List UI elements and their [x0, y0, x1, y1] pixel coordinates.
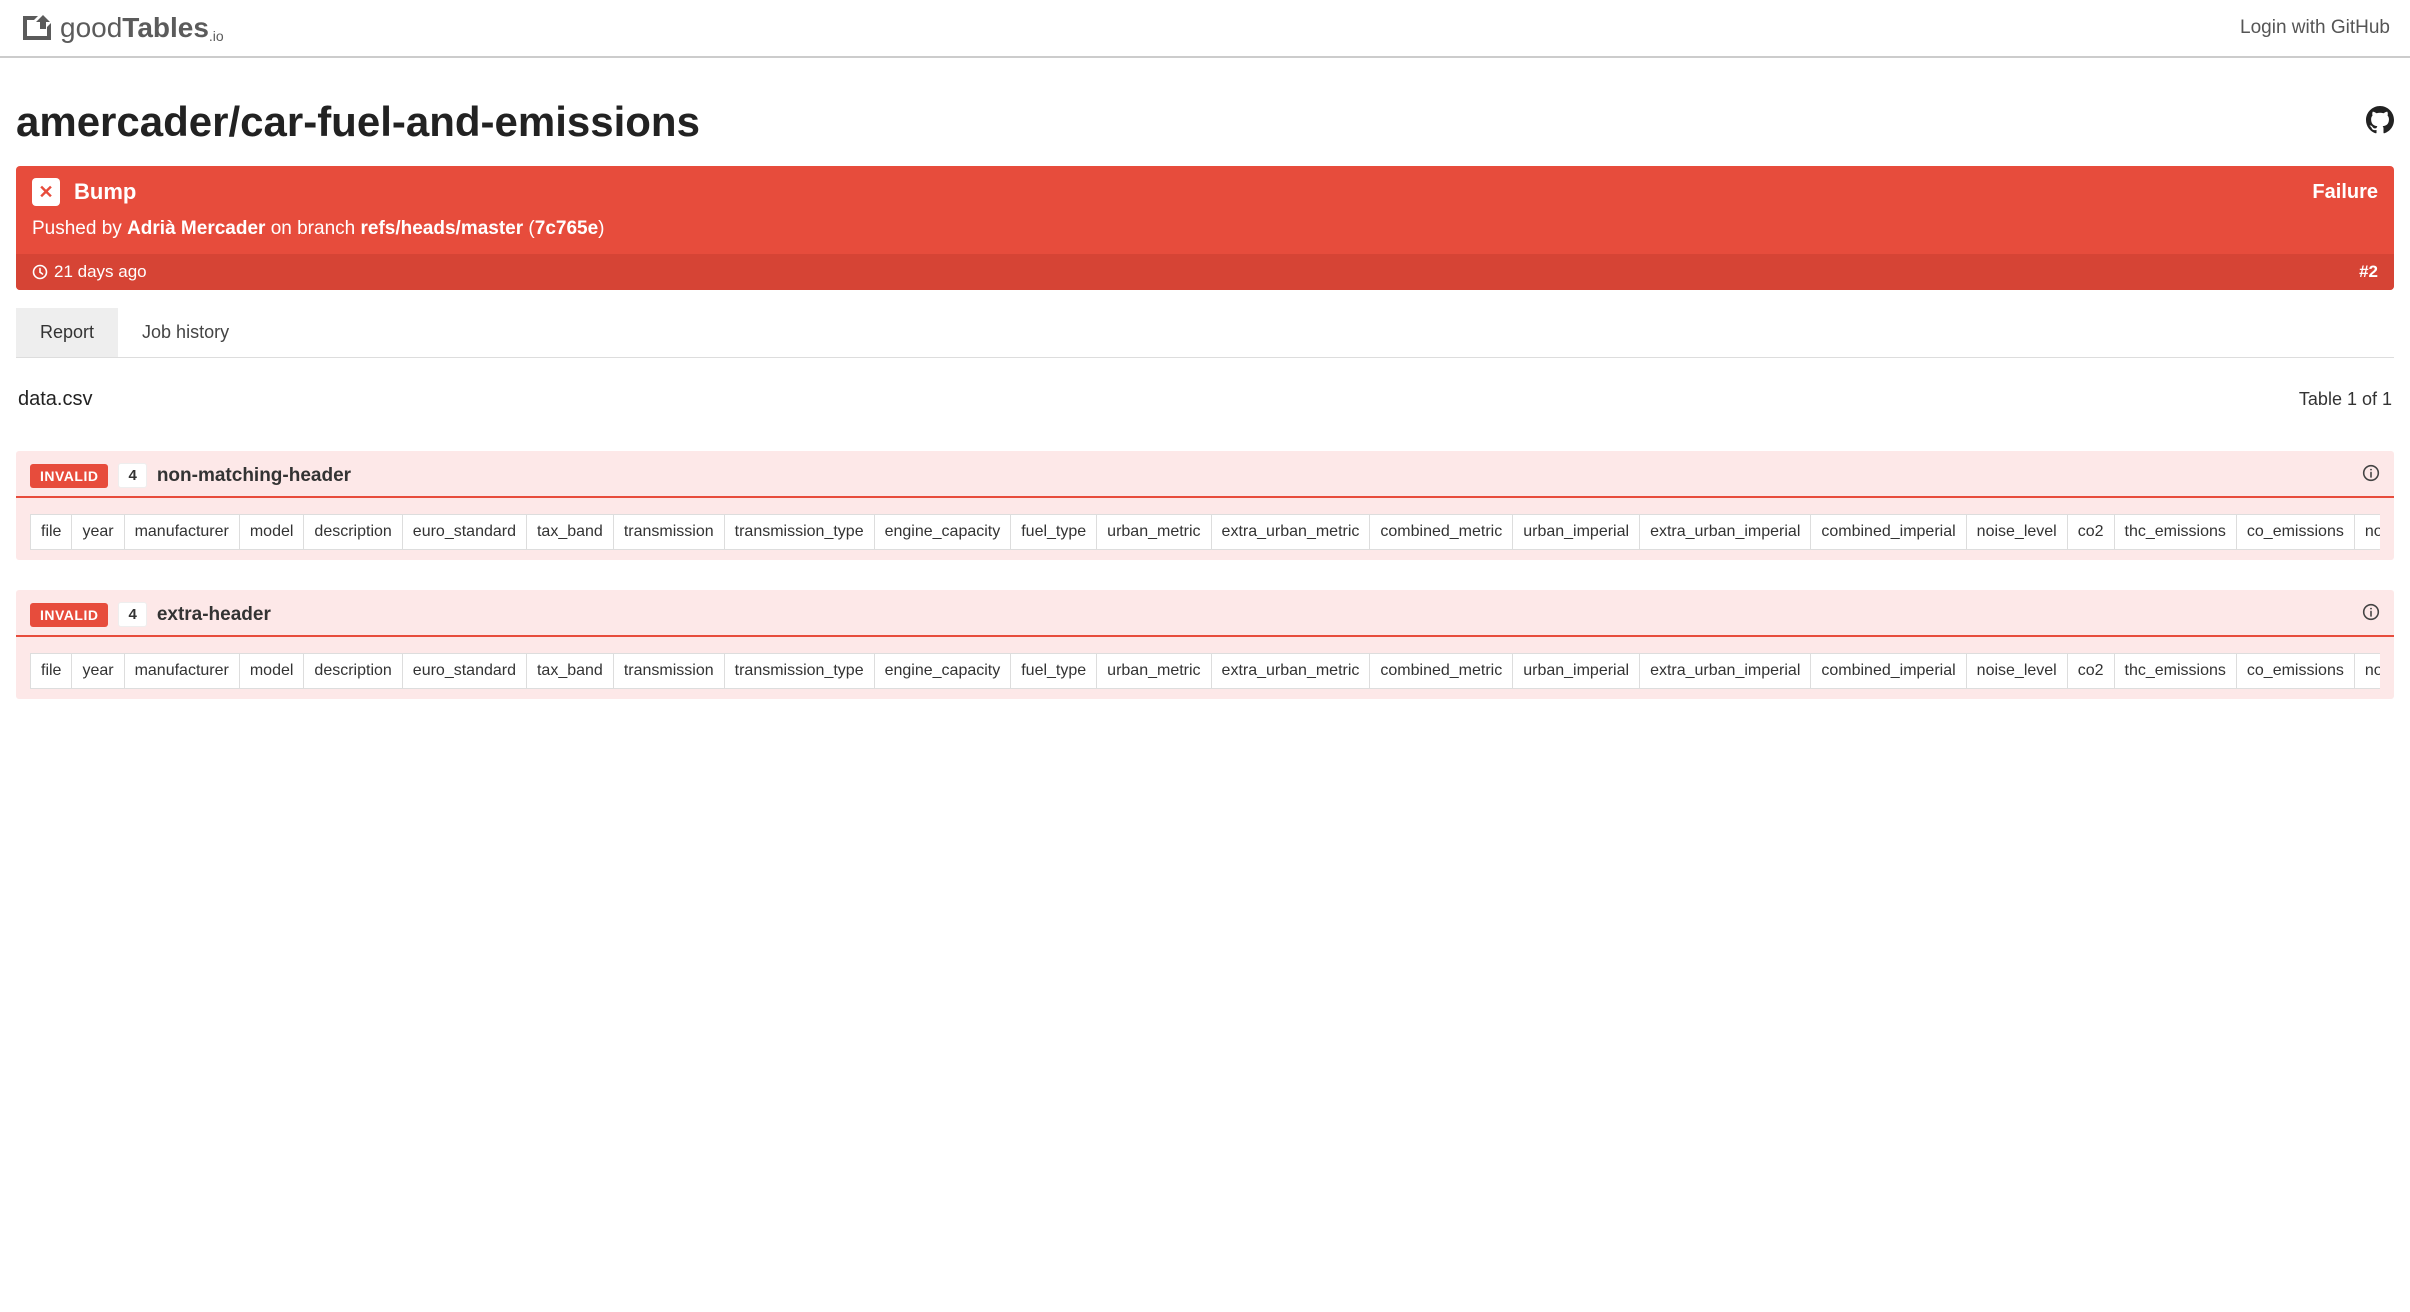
logo-text: goodTables.io [60, 12, 224, 44]
error-count: 4 [118, 463, 146, 488]
push-info: Pushed by Adrià Mercader on branch refs/… [16, 214, 2394, 254]
column-header: manufacturer [124, 514, 240, 550]
column-header: transmission_type [724, 653, 875, 689]
column-header: extra_urban_metric [1211, 653, 1371, 689]
info-icon[interactable] [2362, 464, 2380, 487]
column-header: co_emissions [2236, 514, 2355, 550]
column-header: thc_emissions [2114, 514, 2237, 550]
error-type: extra-header [157, 604, 271, 626]
invalid-badge: INVALID [30, 603, 108, 627]
column-header: combined_imperial [1810, 653, 1966, 689]
upload-icon [20, 13, 54, 43]
column-header: urban_imperial [1512, 653, 1640, 689]
logo[interactable]: goodTables.io [20, 12, 224, 44]
table-count: Table 1 of 1 [2299, 389, 2392, 410]
commit-message: Bump [74, 179, 136, 205]
file-name: data.csv [18, 388, 92, 411]
info-icon[interactable] [2362, 603, 2380, 626]
invalid-badge: INVALID [30, 464, 108, 488]
column-header: euro_standard [402, 514, 527, 550]
column-header: transmission [613, 514, 725, 550]
error-block: INVALID 4 non-matching-header fileyearmanuf… [16, 451, 2394, 560]
tab-report[interactable]: Report [16, 308, 118, 357]
column-header: tax_band [526, 514, 614, 550]
column-header: model [239, 514, 305, 550]
column-header: tax_band [526, 653, 614, 689]
clock-icon [32, 264, 48, 280]
column-header: engine_capacity [874, 653, 1012, 689]
repo-title: amercader/car-fuel-and-emissions [16, 98, 700, 146]
column-header: co2 [2067, 653, 2115, 689]
status-banner: ✕ Bump Failure Pushed by Adrià Mercader … [16, 166, 2394, 290]
tab-job-history[interactable]: Job history [118, 308, 253, 357]
column-header: co_emissions [2236, 653, 2355, 689]
column-header: file [30, 514, 72, 550]
column-header: nox_emissions [2354, 653, 2380, 689]
column-header: euro_standard [402, 653, 527, 689]
column-header: fuel_type [1010, 653, 1097, 689]
column-header: thc_emissions [2114, 653, 2237, 689]
column-header: model [239, 653, 305, 689]
column-header: transmission_type [724, 514, 875, 550]
column-header: transmission [613, 653, 725, 689]
column-header: urban_metric [1096, 653, 1211, 689]
column-header: urban_imperial [1512, 514, 1640, 550]
column-header: urban_metric [1096, 514, 1211, 550]
column-header: file [30, 653, 72, 689]
column-header: fuel_type [1010, 514, 1097, 550]
column-header: extra_urban_imperial [1639, 514, 1811, 550]
login-link[interactable]: Login with GitHub [2240, 17, 2390, 39]
status-result: Failure [2312, 181, 2378, 204]
column-header: noise_level [1966, 514, 2068, 550]
column-header: year [71, 653, 124, 689]
column-header: nox_emissions [2354, 514, 2380, 550]
column-header: combined_imperial [1810, 514, 1966, 550]
column-header: combined_metric [1369, 514, 1513, 550]
column-header: co2 [2067, 514, 2115, 550]
columns-scroll[interactable]: fileyearmanufacturermodeldescriptioneuro… [30, 514, 2380, 550]
github-icon[interactable] [2366, 106, 2394, 139]
columns-scroll[interactable]: fileyearmanufacturermodeldescriptioneuro… [30, 653, 2380, 689]
error-block: INVALID 4 extra-header fileyearmanufacturer… [16, 590, 2394, 699]
column-header: manufacturer [124, 653, 240, 689]
column-header: extra_urban_metric [1211, 514, 1371, 550]
column-header: extra_urban_imperial [1639, 653, 1811, 689]
job-number: #2 [2359, 262, 2378, 282]
error-type: non-matching-header [157, 465, 351, 487]
tabs: Report Job history [16, 308, 2394, 358]
error-count: 4 [118, 602, 146, 627]
column-header: year [71, 514, 124, 550]
column-header: description [303, 653, 402, 689]
column-header: combined_metric [1369, 653, 1513, 689]
column-header: engine_capacity [874, 514, 1012, 550]
column-header: noise_level [1966, 653, 2068, 689]
column-header: description [303, 514, 402, 550]
time-ago: 21 days ago [54, 262, 147, 282]
failure-icon: ✕ [32, 178, 60, 206]
